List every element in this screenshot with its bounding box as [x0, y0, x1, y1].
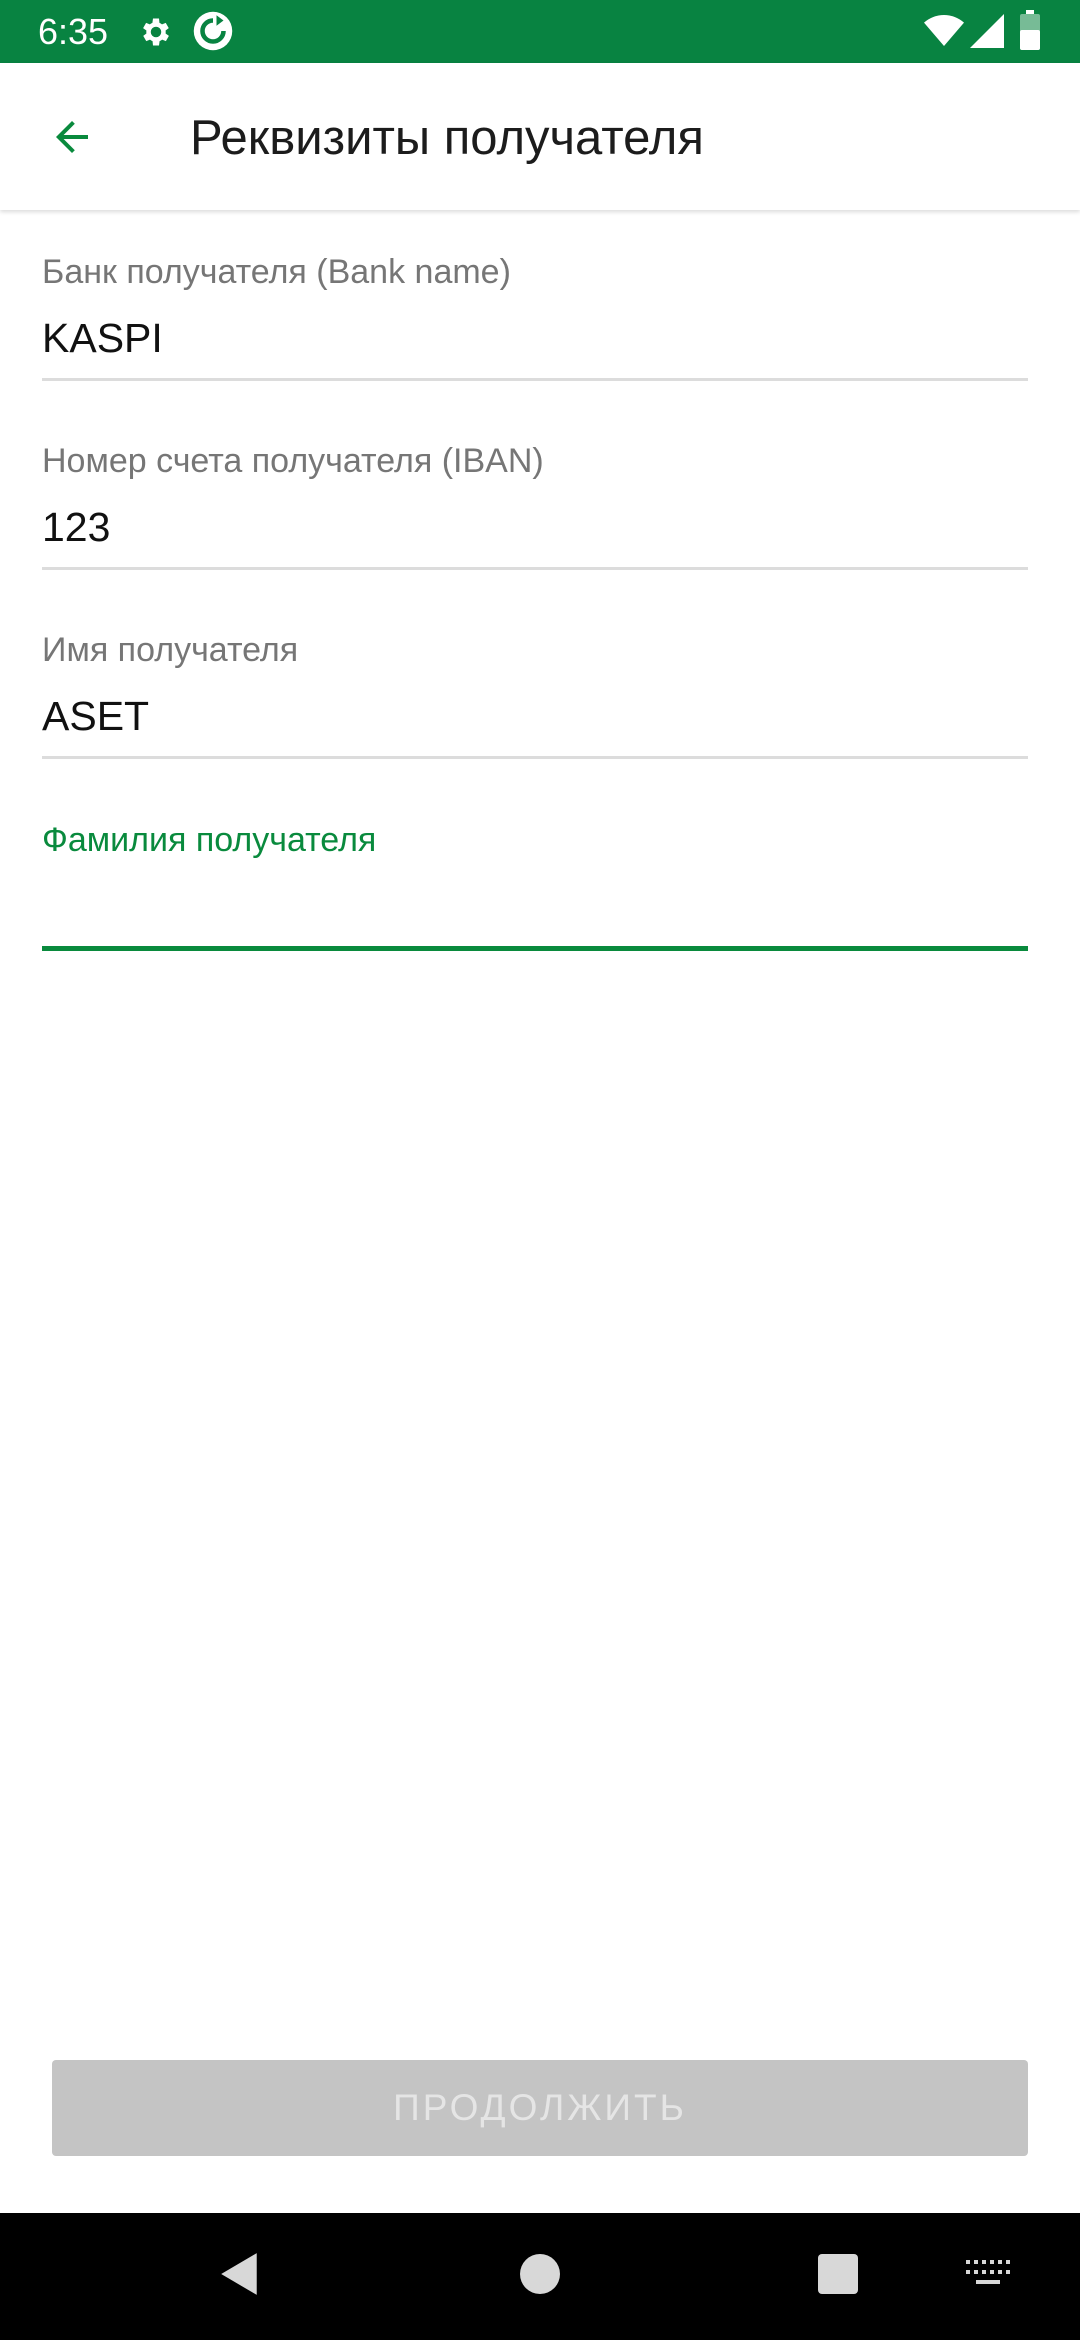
back-button[interactable]	[30, 97, 114, 181]
first-name-field[interactable]: Имя получателя ASET	[42, 630, 1028, 759]
home-circle-icon	[520, 2254, 560, 2299]
iban-underline	[42, 567, 1028, 570]
last-name-label: Фамилия получателя	[42, 821, 377, 859]
battery-icon	[1020, 10, 1040, 55]
page-title: Реквизиты получателя	[190, 111, 704, 165]
last-name-underline	[42, 946, 1028, 951]
recents-square-icon	[818, 2254, 858, 2299]
nav-keyboard-button[interactable]	[948, 2213, 1028, 2340]
continue-button[interactable]: ПРОДОЛЖИТЬ	[52, 2060, 1028, 2156]
status-time: 6:35	[38, 11, 109, 52]
nav-back-button[interactable]	[200, 2213, 280, 2340]
bank-name-underline	[42, 378, 1028, 381]
status-bar: 6:35	[0, 0, 1080, 63]
arrow-left-icon	[48, 113, 96, 166]
nav-home-button[interactable]	[500, 2213, 580, 2340]
last-name-input[interactable]	[42, 882, 1028, 930]
back-triangle-icon	[219, 2251, 261, 2302]
system-nav-bar	[0, 2213, 1080, 2340]
wifi-icon	[924, 14, 964, 53]
iban-input[interactable]: 123	[42, 503, 1028, 551]
gear-icon	[138, 14, 174, 55]
first-name-label: Имя получателя	[42, 631, 299, 669]
app-bar: Реквизиты получателя	[0, 63, 1080, 210]
nav-recents-button[interactable]	[798, 2213, 878, 2340]
signal-icon	[970, 14, 1004, 53]
first-name-underline	[42, 756, 1028, 759]
sync-icon	[192, 10, 234, 57]
keyboard-icon	[966, 2259, 1010, 2294]
bank-name-input[interactable]: KASPI	[42, 314, 1028, 362]
iban-field[interactable]: Номер счета получателя (IBAN) 123	[42, 441, 1028, 570]
first-name-input[interactable]: ASET	[42, 692, 1028, 740]
bank-name-label: Банк получателя (Bank name)	[42, 253, 511, 291]
iban-label: Номер счета получателя (IBAN)	[42, 442, 544, 480]
last-name-field[interactable]: Фамилия получателя	[42, 820, 1028, 951]
bank-name-field[interactable]: Банк получателя (Bank name) KASPI	[42, 252, 1028, 381]
